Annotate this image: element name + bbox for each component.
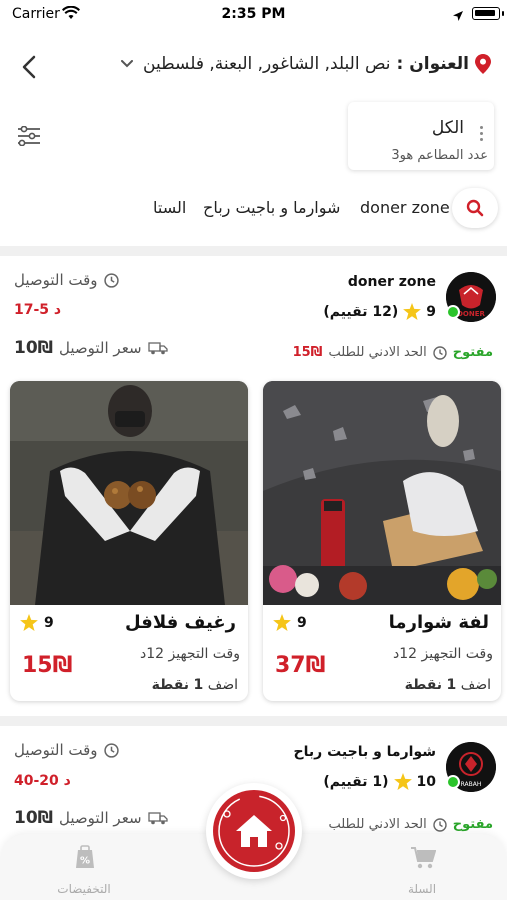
address-label: العنوان : [396, 54, 469, 74]
tab-label: التخفيضات [57, 882, 111, 896]
restaurant-rating: 9 (12 تقييم) [323, 303, 436, 320]
search-icon [466, 199, 484, 217]
falafel-photo [10, 381, 248, 605]
more-options-icon[interactable] [480, 126, 484, 146]
product-name: لفة شوارما [388, 612, 489, 633]
delivery-time-value: 17-5 د [14, 302, 62, 318]
quick-category-item[interactable]: الستا [153, 198, 186, 217]
product-rating: 9 [273, 614, 307, 631]
clock-icon [433, 345, 447, 360]
min-order-label: الحد الادني للطلب [328, 345, 427, 360]
delivery-time-label: وقت التوصيل [14, 741, 98, 759]
search-button[interactable] [452, 188, 498, 228]
address-selector[interactable]: العنوان : نص البلد, الشاغور, البعنة, فلس… [121, 54, 491, 74]
shawarma-photo [263, 381, 501, 605]
delivery-fee-row: سعر التوصيل 10₪ [14, 338, 168, 358]
rating-value: 10 [416, 773, 436, 790]
star-icon [403, 303, 422, 320]
category-filter-card[interactable]: الكل عدد المطاعم هو3 [348, 102, 494, 170]
section-divider [0, 246, 507, 256]
open-status-dot [446, 775, 460, 789]
min-order-label: الحد الادني للطلب [328, 817, 427, 832]
restaurant-name: شوارما و باجيت رباح [293, 744, 436, 760]
section-divider [0, 716, 507, 726]
prep-time: وقت التجهيز 12د [393, 646, 493, 662]
product-name: رغيف فلافل [124, 612, 236, 633]
review-count: (1 تقييم) [323, 773, 389, 790]
chevron-left-icon [22, 55, 36, 79]
filter-title: الكل [431, 118, 464, 138]
quick-category-item[interactable]: doner zone [360, 198, 450, 217]
rating-value: 9 [426, 303, 436, 320]
cart-icon [411, 847, 436, 869]
delivery-time-row: وقت التوصيل [14, 741, 119, 759]
product-price: 15₪ [22, 653, 73, 678]
open-status: مفتوح [452, 817, 493, 832]
points-info: اضف 1 نقطة [404, 677, 491, 693]
status-bar: Carrier 2:35 PM [0, 0, 507, 30]
delivery-truck-icon [147, 812, 168, 825]
restaurant-rating: 10 (1 تقييم) [323, 773, 436, 790]
clock-icon [103, 742, 119, 758]
review-count: (12 تقييم) [323, 303, 399, 320]
order-info: مفتوح الحد الادني للطلب [328, 817, 493, 832]
location-pin-icon [475, 54, 491, 74]
delivery-fee-value: 10₪ [14, 338, 54, 358]
delivery-time-row: وقت التوصيل [14, 271, 119, 289]
quick-category-item[interactable]: شوارما و باجيت رباح [203, 198, 340, 217]
clock-icon [103, 272, 119, 288]
star-icon [273, 614, 291, 631]
restaurant-card-doner-zone[interactable]: DONER doner zone 9 (12 تقييم) مفتوح الحد… [0, 256, 507, 716]
quick-category-row: doner zone شوارما و باجيت رباح الستا [0, 188, 507, 228]
product-card[interactable]: لفة شوارما 9 وقت التجهيز 12د 37₪ اضف 1 ن… [263, 381, 501, 701]
min-order-value: 15₪ [292, 345, 323, 360]
open-status-dot [446, 305, 460, 319]
rating-value: 9 [44, 614, 54, 631]
svg-text:DONER: DONER [457, 310, 485, 318]
chevron-down-icon [121, 60, 134, 68]
delivery-time-value: 40-20 د [14, 773, 71, 789]
rating-value: 9 [297, 614, 307, 631]
product-card[interactable]: رغيف فلافل 9 وقت التجهيز 12د 15₪ اضف 1 ن… [10, 381, 248, 701]
star-icon [20, 614, 38, 631]
clock: 2:35 PM [221, 6, 286, 22]
location-arrow-icon [452, 7, 464, 26]
address-header: العنوان : نص البلد, الشاغور, البعنة, فلس… [0, 44, 507, 90]
order-info: مفتوح الحد الادني للطلب 15₪ [293, 345, 493, 360]
tab-cart[interactable]: السلة [362, 834, 482, 900]
points-info: اضف 1 نقطة [151, 677, 238, 693]
battery-icon [472, 7, 504, 20]
svg-text:RABAH: RABAH [461, 781, 482, 788]
open-status: مفتوح [452, 345, 493, 360]
filter-sliders-icon[interactable] [16, 125, 42, 147]
home-button-inner [213, 790, 295, 872]
home-button[interactable] [206, 783, 302, 879]
clock-icon [433, 817, 447, 832]
product-rating: 9 [20, 614, 54, 631]
product-price: 37₪ [275, 653, 326, 678]
star-icon [393, 773, 412, 790]
back-button[interactable] [14, 52, 44, 82]
delivery-truck-icon [147, 342, 168, 355]
discount-tag-icon: % [76, 845, 94, 868]
delivery-fee-value: 10₪ [14, 808, 54, 828]
home-icon [236, 815, 272, 847]
restaurant-count: عدد المطاعم هو3 [391, 148, 488, 163]
svg-text:%: % [80, 856, 90, 867]
prep-time: وقت التجهيز 12د [140, 646, 240, 662]
delivery-fee-label: سعر التوصيل [59, 339, 142, 357]
delivery-time-label: وقت التوصيل [14, 271, 98, 289]
delivery-fee-row: سعر التوصيل 10₪ [14, 808, 168, 828]
restaurant-name: doner zone [347, 274, 436, 290]
tab-offers[interactable]: % التخفيضات [24, 834, 144, 900]
tab-label: السلة [407, 882, 437, 896]
address-value: نص البلد, الشاغور, البعنة, فلسطين [143, 54, 391, 74]
delivery-fee-label: سعر التوصيل [59, 809, 142, 827]
